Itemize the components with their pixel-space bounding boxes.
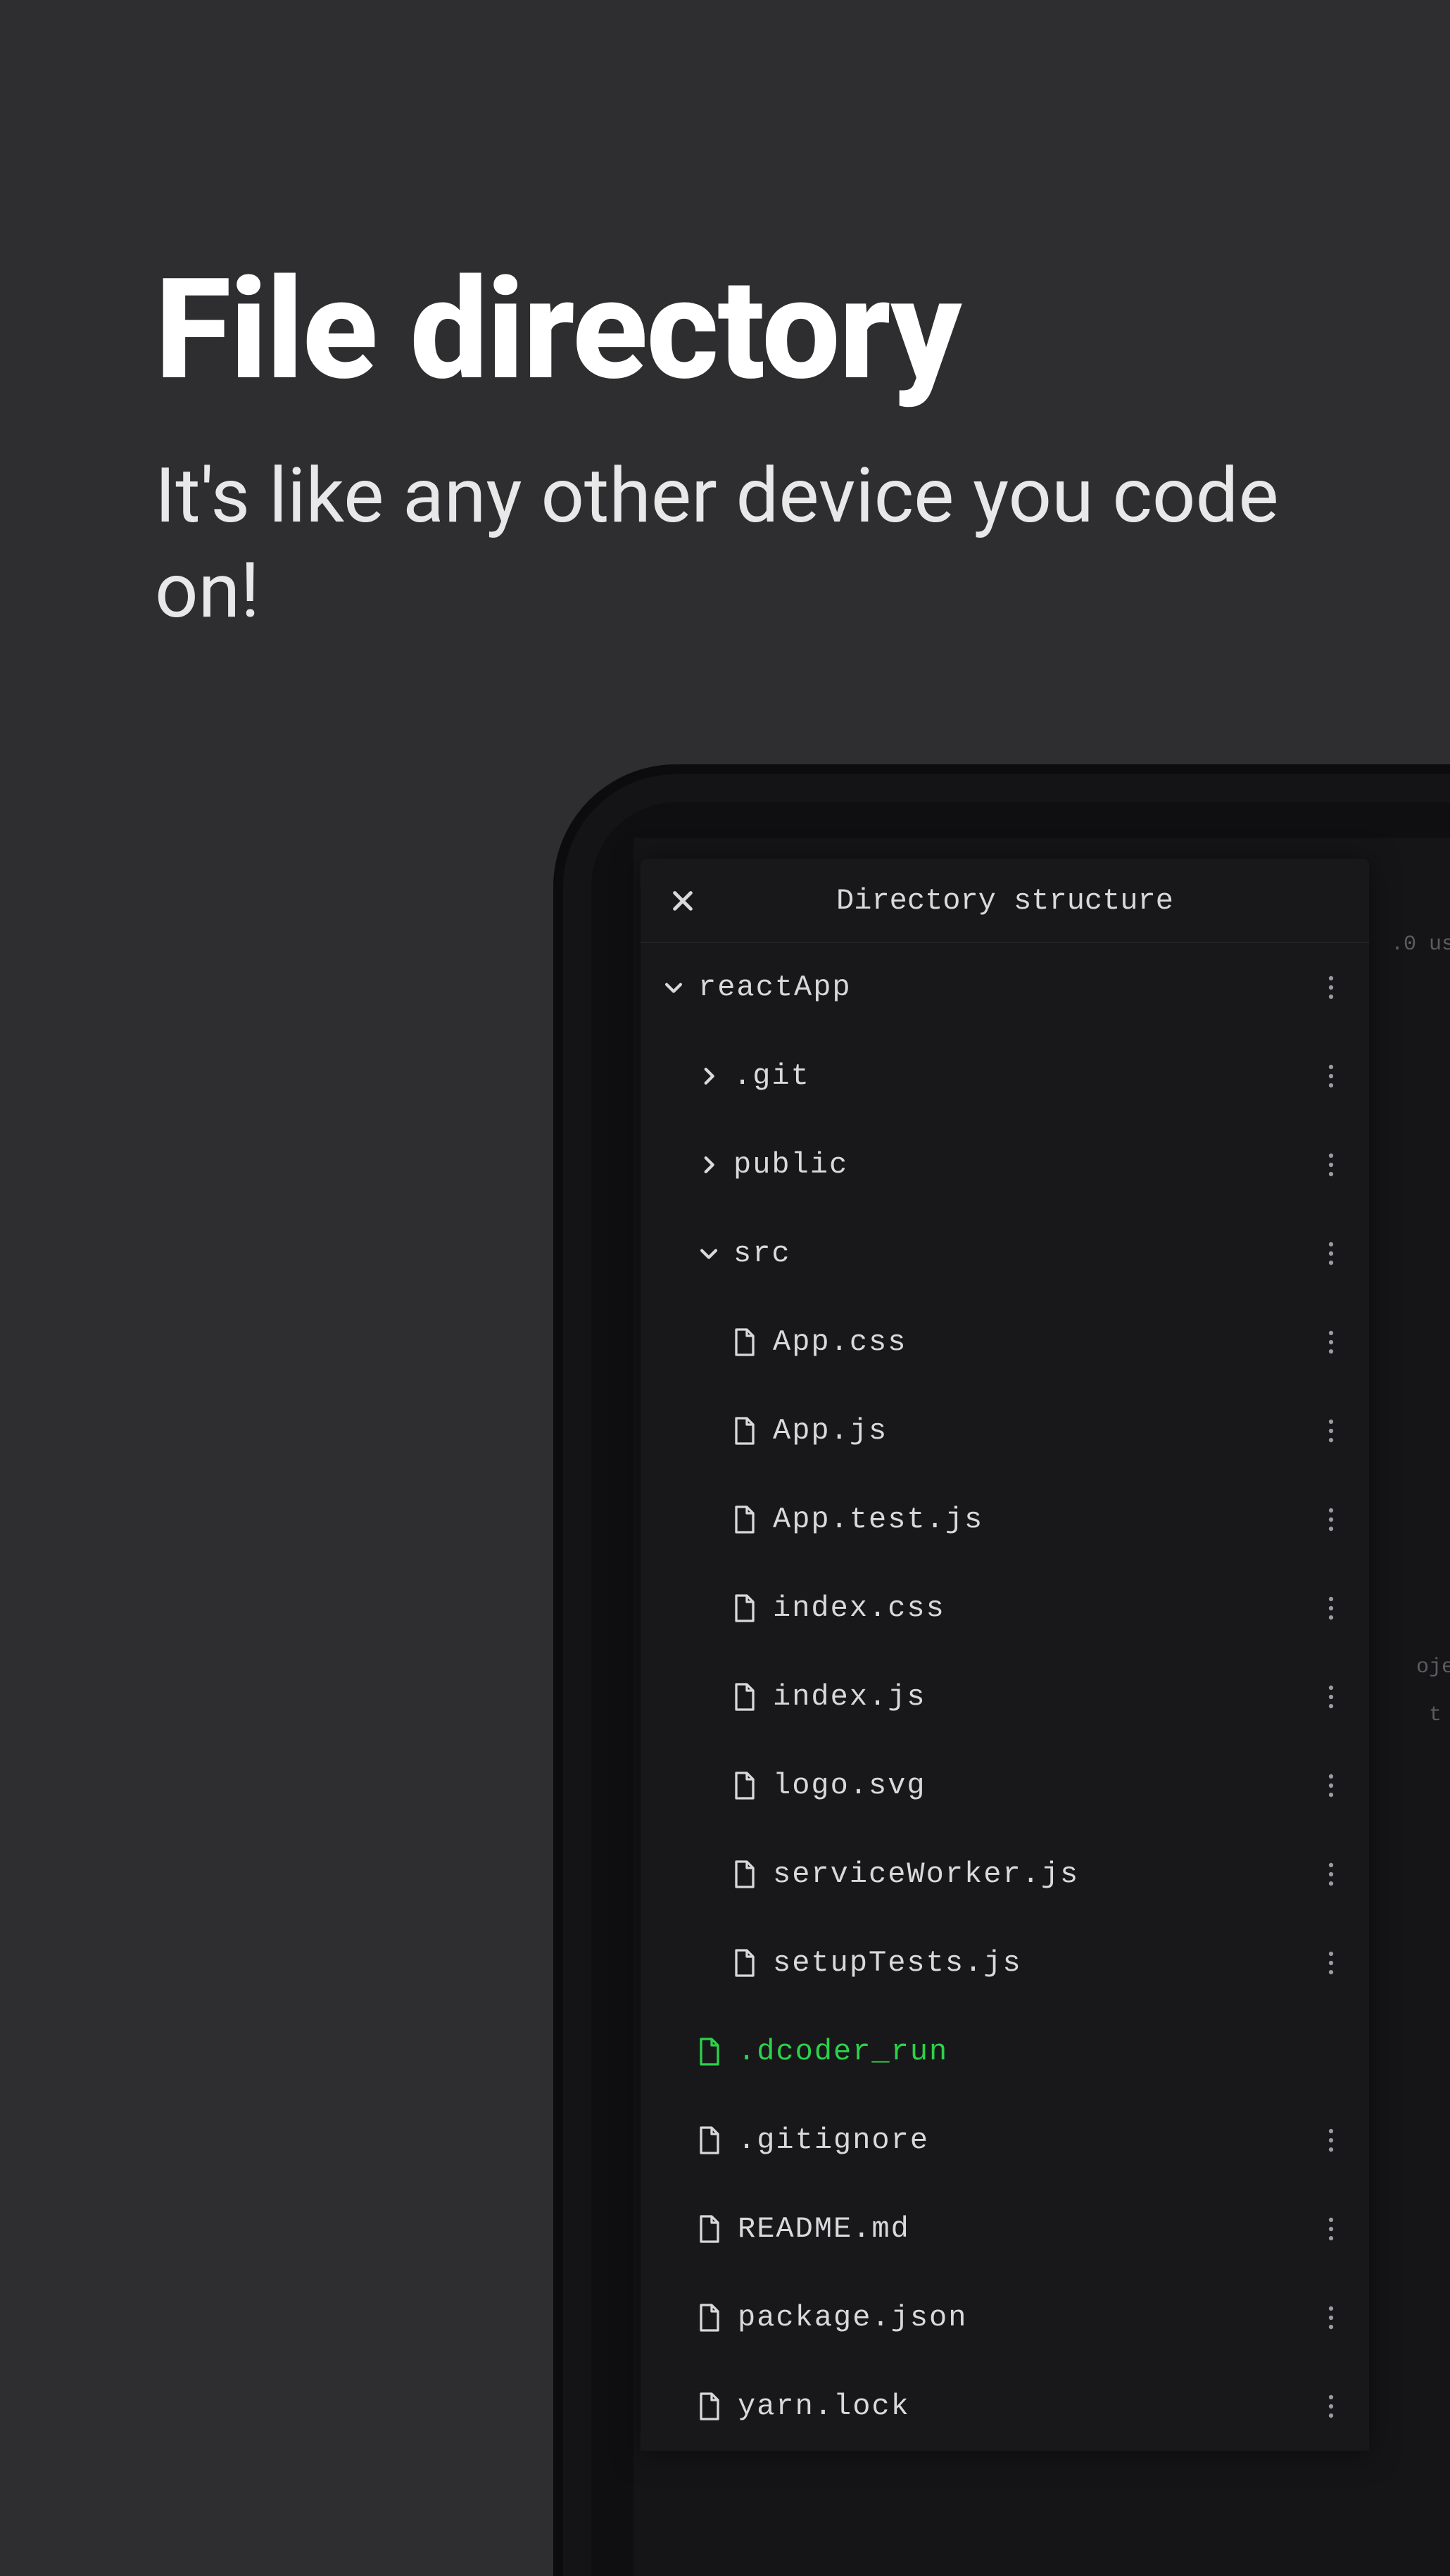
tree-item-label: App.css (773, 1325, 1314, 1359)
file-icon (732, 1948, 757, 1978)
tree-item-label: README.md (738, 2212, 1314, 2246)
more-options-button[interactable] (1314, 2212, 1348, 2246)
device-screen-bezel: .0 used ry oject t it ny Directory struc… (591, 802, 1450, 2576)
file-icon (697, 2392, 722, 2421)
file-icon (732, 1327, 757, 1357)
more-vertical-icon (1328, 1242, 1334, 1265)
more-options-button[interactable] (1314, 1237, 1348, 1270)
file-icon (732, 1416, 757, 1446)
more-options-button[interactable] (1314, 971, 1348, 1004)
more-options-button[interactable] (1314, 1680, 1348, 1714)
file-icon (732, 1505, 757, 1534)
folder-row[interactable]: reactApp (641, 943, 1369, 1032)
file-row[interactable]: .gitignore (641, 2096, 1369, 2185)
file-row[interactable]: App.css (641, 1298, 1369, 1387)
file-icon (697, 2214, 722, 2244)
more-vertical-icon (1328, 2394, 1334, 2418)
file-row[interactable]: index.js (641, 1653, 1369, 1741)
tree-item-label: yarn.lock (738, 2389, 1314, 2423)
more-options-button[interactable] (1314, 2389, 1348, 2423)
hero-subtitle: It's like any other device you code on! (155, 449, 1281, 639)
more-options-button[interactable] (1314, 1591, 1348, 1625)
tree-item-label: .git (733, 1059, 1314, 1093)
more-vertical-icon (1328, 1951, 1334, 1975)
file-row[interactable]: setupTests.js (641, 1919, 1369, 2007)
tree-item-label: logo.svg (773, 1769, 1314, 1802)
more-options-button[interactable] (1314, 1503, 1348, 1536)
hero: File directory It's like any other devic… (155, 260, 1281, 639)
tree-item-label: index.js (773, 1680, 1314, 1714)
tree-item-label: App.js (773, 1414, 1314, 1448)
more-options-button[interactable] (1314, 1059, 1348, 1093)
tree-item-label: src (733, 1237, 1314, 1270)
file-icon (697, 2037, 722, 2066)
more-options-button[interactable] (1314, 2123, 1348, 2157)
more-options-button[interactable] (1314, 1325, 1348, 1359)
chevron-right-icon (697, 1064, 721, 1088)
more-vertical-icon (1328, 1153, 1334, 1177)
background-code-fragment: .0 used (1391, 933, 1450, 956)
chevron-down-icon (697, 1242, 721, 1265)
more-vertical-icon (1328, 1330, 1334, 1354)
close-button[interactable] (662, 880, 704, 922)
directory-panel: Directory structure reactApp .git public sr… (641, 859, 1369, 2451)
more-options-button[interactable] (1314, 2301, 1348, 2335)
more-vertical-icon (1328, 1064, 1334, 1088)
chevron-right-icon (697, 1153, 721, 1177)
file-row[interactable]: index.css (641, 1564, 1369, 1653)
folder-row[interactable]: .git (641, 1032, 1369, 1120)
hero-title: File directory (155, 260, 1281, 400)
file-row[interactable]: .dcoder_run (641, 2007, 1369, 2096)
more-vertical-icon (1328, 2217, 1334, 2241)
more-options-button[interactable] (1314, 1946, 1348, 1980)
device-frame: .0 used ry oject t it ny Directory struc… (563, 774, 1450, 2576)
file-tree: reactApp .git public src App.css App.js App.te… (641, 943, 1369, 2451)
more-options-button[interactable] (1314, 1857, 1348, 1891)
file-row[interactable]: yarn.lock (641, 2362, 1369, 2451)
tree-item-label: .dcoder_run (738, 2035, 1348, 2069)
more-vertical-icon (1328, 1774, 1334, 1798)
background-code-fragment: t it (1429, 1703, 1450, 1727)
folder-row[interactable]: public (641, 1120, 1369, 1209)
more-vertical-icon (1328, 1596, 1334, 1620)
file-icon (732, 1860, 757, 1889)
device-screen: .0 used ry oject t it ny Directory struc… (633, 838, 1450, 2576)
file-row[interactable]: README.md (641, 2185, 1369, 2273)
more-options-button[interactable] (1314, 1414, 1348, 1448)
more-vertical-icon (1328, 976, 1334, 999)
panel-header: Directory structure (641, 859, 1369, 943)
file-row[interactable]: App.test.js (641, 1475, 1369, 1564)
file-row[interactable]: package.json (641, 2273, 1369, 2362)
more-vertical-icon (1328, 1419, 1334, 1443)
file-icon (697, 2126, 722, 2155)
tree-item-label: index.css (773, 1591, 1314, 1625)
file-icon (697, 2303, 722, 2332)
tree-item-label: package.json (738, 2301, 1314, 2335)
file-row[interactable]: logo.svg (641, 1741, 1369, 1830)
more-vertical-icon (1328, 2306, 1334, 2330)
panel-title: Directory structure (704, 884, 1348, 918)
more-options-button[interactable] (1314, 1148, 1348, 1182)
file-icon (732, 1593, 757, 1623)
file-icon (732, 1771, 757, 1800)
tree-item-label: reactApp (698, 971, 1314, 1004)
tree-item-label: serviceWorker.js (773, 1857, 1314, 1891)
more-vertical-icon (1328, 1862, 1334, 1886)
background-code-fragment: oject (1416, 1655, 1450, 1679)
file-icon (732, 1682, 757, 1712)
more-vertical-icon (1328, 1508, 1334, 1532)
tree-item-label: public (733, 1148, 1314, 1182)
chevron-down-icon (662, 976, 686, 999)
close-icon (671, 889, 695, 913)
tree-item-label: .gitignore (738, 2123, 1314, 2157)
tree-item-label: setupTests.js (773, 1946, 1314, 1980)
file-row[interactable]: serviceWorker.js (641, 1830, 1369, 1919)
more-options-button[interactable] (1314, 1769, 1348, 1802)
file-row[interactable]: App.js (641, 1387, 1369, 1475)
folder-row[interactable]: src (641, 1209, 1369, 1298)
more-vertical-icon (1328, 1685, 1334, 1709)
more-vertical-icon (1328, 2128, 1334, 2152)
tree-item-label: App.test.js (773, 1503, 1314, 1536)
